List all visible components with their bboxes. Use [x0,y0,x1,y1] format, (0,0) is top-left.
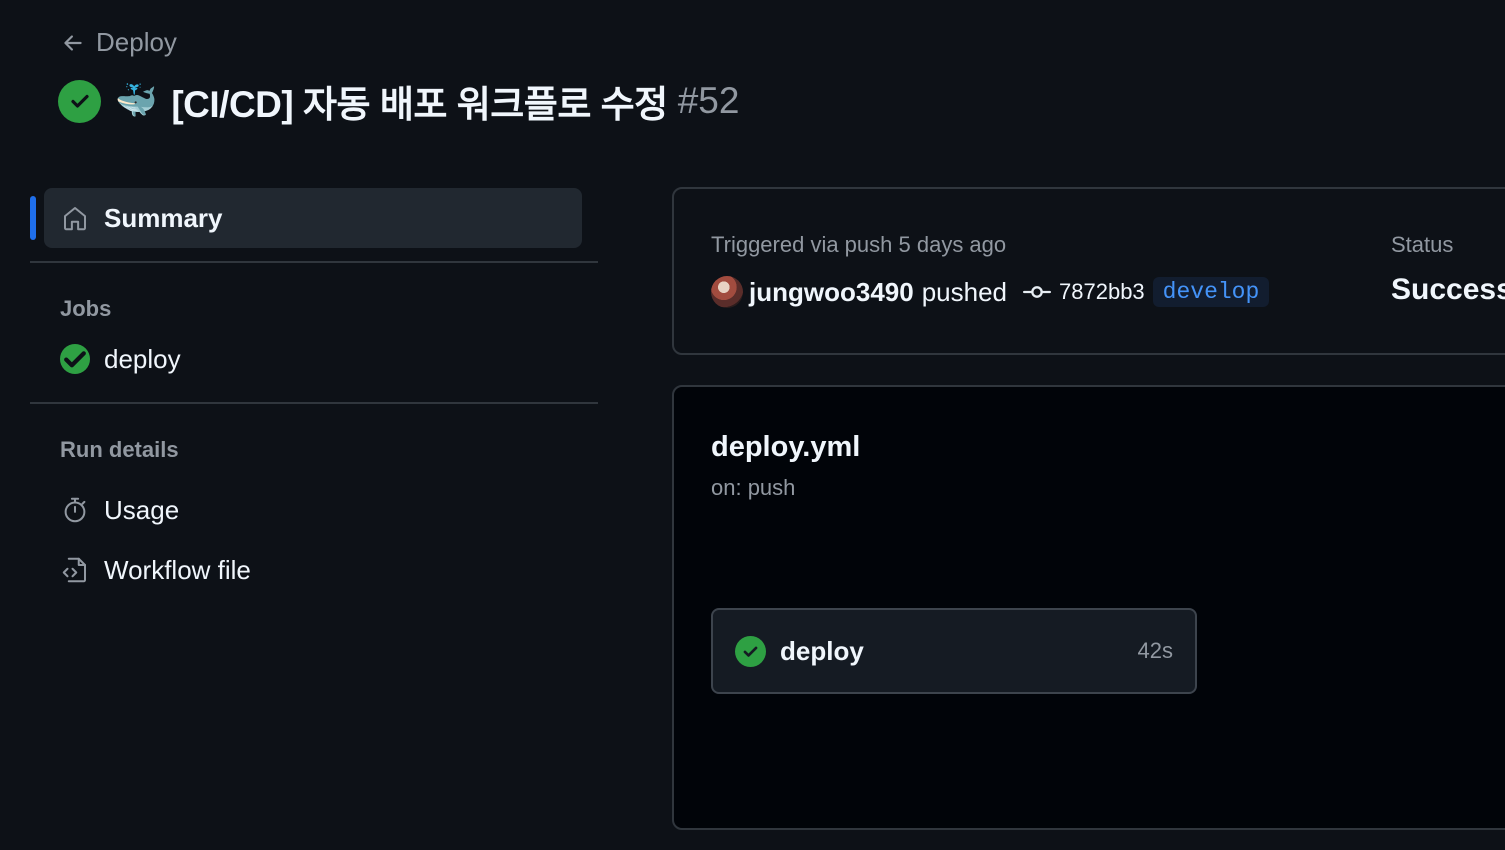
run-summary-card: Triggered via push 5 days ago jungwoo349… [672,187,1505,355]
whale-emoji-icon: 🐳 [115,82,158,120]
success-check-icon [58,79,101,123]
jobs-heading: Jobs [60,296,112,321]
back-link-label: Deploy [96,27,177,57]
back-to-workflow-link[interactable]: Deploy [60,27,177,58]
commit-sha-link[interactable]: 7872bb3 [1059,279,1145,305]
sidebar-divider [30,402,598,404]
active-indicator [30,196,36,240]
workflow-run-page: Deploy 🐳 [CI/CD] 자동 배포 워크플로 수정 #52 Summa… [0,0,1505,850]
job-label: deploy [104,343,181,374]
usage-label: Usage [104,494,180,525]
workflow-graph-card: deploy.yml on: push deploy 42s [672,385,1505,830]
push-info-row: jungwoo3490 pushed 7872bb3 develop [711,276,1270,308]
sidebar-item-summary[interactable]: Summary [30,188,582,248]
status-value: Success [1391,273,1505,306]
sidebar-item-job-deploy[interactable]: deploy [30,336,598,382]
run-title: [CI/CD] 자동 배포 워크플로 수정 [171,84,668,125]
run-details-heading: Run details [60,437,179,462]
job-node-deploy[interactable]: deploy 42s [711,608,1197,694]
check-circle-icon [735,635,766,667]
check-circle-icon [60,344,90,374]
git-commit-icon [1023,286,1052,298]
sidebar-item-label: Summary [104,202,223,233]
home-icon [64,207,86,231]
workflow-trigger: on: push [711,475,796,500]
file-code-icon [62,557,86,583]
branch-badge[interactable]: develop [1152,277,1270,307]
run-title-row: 🐳 [CI/CD] 자동 배포 워크플로 수정 #52 [58,74,739,128]
workflow-file-label: Workflow file [104,554,251,585]
stopwatch-icon [64,497,86,523]
avatar[interactable] [711,276,743,308]
workflow-file-name: deploy.yml [711,431,861,463]
run-number: #52 [677,80,740,121]
status-label: Status [1391,232,1454,257]
trigger-description: Triggered via push 5 days ago [711,232,1007,257]
sidebar-item-usage[interactable]: Usage [30,487,598,533]
actor-username-link[interactable]: jungwoo3490 [749,277,914,308]
actor-action: pushed [921,276,1008,307]
sidebar-item-workflow-file[interactable]: Workflow file [30,547,598,593]
arrow-left-icon [64,34,82,51]
sidebar-divider [30,261,598,263]
run-sidebar: Summary Jobs deploy Run details Usage Wo… [30,188,598,593]
job-node-name: deploy [780,635,864,666]
job-node-duration: 42s [1137,638,1173,663]
